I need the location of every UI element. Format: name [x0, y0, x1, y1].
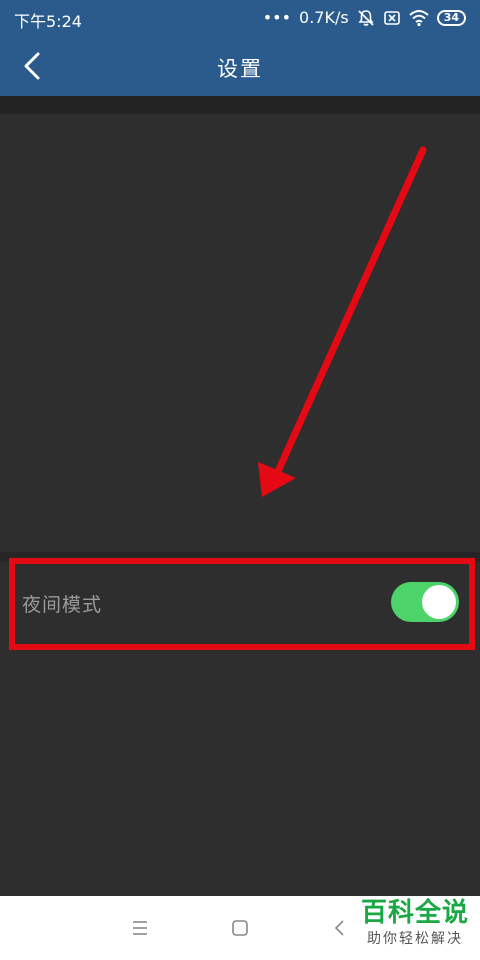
watermark-logo: 百科全说 助你轻松解决 [350, 896, 480, 960]
night-mode-label: 夜间模式 [22, 594, 103, 616]
section-divider [0, 552, 480, 562]
network-speed: 0.7K/s [299, 8, 349, 27]
menu-icon[interactable] [128, 916, 152, 940]
watermark-subtitle: 助你轻松解决 [367, 931, 463, 947]
mute-bell-icon [358, 9, 374, 26]
watermark-title: 百科全说 [360, 898, 469, 928]
header-shadow [0, 96, 480, 114]
home-icon[interactable] [228, 916, 252, 940]
settings-lower-area [0, 640, 480, 896]
toggle-knob [422, 585, 456, 619]
no-sim-icon [383, 10, 400, 25]
more-dots: ••• [262, 8, 292, 27]
battery-level: 34 [436, 9, 466, 26]
status-time: 下午5:24 [14, 12, 82, 31]
settings-content-area [0, 114, 480, 552]
status-icons: ••• 0.7K/s 34 [263, 8, 466, 27]
status-bar: 下午5:24 ••• 0.7K/s 34 [0, 0, 480, 36]
night-mode-toggle[interactable] [391, 582, 459, 622]
night-mode-row[interactable]: 夜间模式 [0, 562, 480, 640]
page-title: 设置 [217, 57, 263, 81]
app-bar: 设置 [0, 36, 480, 96]
wifi-icon [409, 9, 429, 26]
back-icon[interactable] [328, 916, 352, 940]
